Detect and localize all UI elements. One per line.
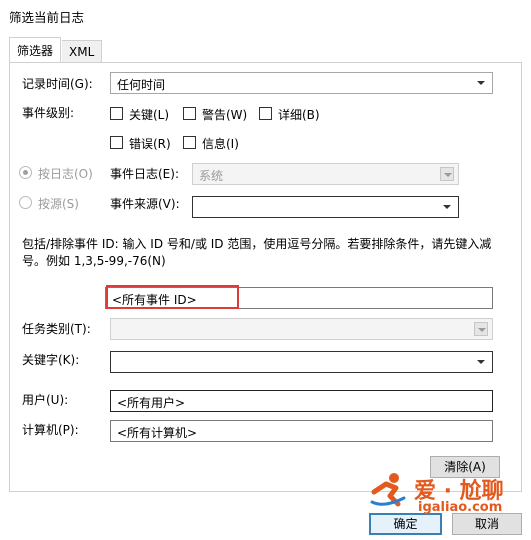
event-source-label: 事件来源(V):	[110, 197, 180, 211]
event-log-value: 系统	[199, 169, 224, 183]
computer-value: <所有计算机>	[117, 426, 198, 440]
checkbox-verbose-label: 详细(B)	[278, 108, 320, 122]
radio-by-log-label: 按日志(O)	[38, 167, 93, 181]
logged-value: 任何时间	[117, 78, 166, 92]
task-category-select[interactable]	[110, 318, 493, 340]
window-title: 筛选当前日志	[9, 10, 85, 25]
chevron-down-icon	[440, 167, 454, 181]
event-level-label: 事件级别:	[22, 106, 75, 120]
checkbox-critical[interactable]	[110, 107, 123, 120]
chevron-down-icon	[474, 322, 488, 336]
logged-label: 记录时间(G):	[22, 77, 93, 91]
checkbox-error-label: 错误(R)	[129, 137, 171, 151]
red-highlight-box	[106, 285, 239, 309]
event-source-select[interactable]	[192, 196, 459, 218]
tab-xml-label: XML	[69, 45, 95, 59]
user-value: <所有用户>	[117, 396, 186, 410]
radio-by-log[interactable]	[19, 166, 32, 179]
tab-xml[interactable]: XML	[62, 40, 103, 64]
event-log-label: 事件日志(E):	[110, 167, 179, 181]
chevron-down-icon	[474, 76, 488, 90]
chevron-down-icon	[440, 200, 454, 214]
task-category-label: 任务类别(T):	[22, 322, 91, 336]
computer-input[interactable]: <所有计算机>	[110, 420, 493, 442]
checkbox-verbose[interactable]	[259, 107, 272, 120]
tab-filter-label: 筛选器	[17, 44, 54, 58]
checkbox-error[interactable]	[110, 136, 123, 149]
tab-filter[interactable]: 筛选器	[9, 37, 62, 63]
radio-by-source-label: 按源(S)	[38, 197, 79, 211]
logged-select[interactable]: 任何时间	[110, 72, 493, 94]
radio-by-source[interactable]	[19, 196, 32, 209]
keywords-label: 关键字(K):	[22, 353, 80, 367]
title-bar: 筛选当前日志	[0, 0, 531, 30]
keywords-select[interactable]	[110, 351, 493, 373]
user-input[interactable]: <所有用户>	[110, 390, 493, 412]
event-id-description: 包括/排除事件 ID: 输入 ID 号和/或 ID 范围，使用逗号分隔。若要排除…	[22, 237, 492, 268]
cancel-button[interactable]: 取消	[452, 513, 522, 535]
event-log-select[interactable]: 系统	[192, 163, 459, 185]
chevron-down-icon	[474, 355, 488, 369]
ok-button[interactable]: 确定	[369, 513, 442, 535]
user-label: 用户(U):	[22, 393, 69, 407]
watermark-url: igaliao.com	[418, 500, 503, 515]
checkbox-warning-label: 警告(W)	[202, 108, 248, 122]
checkbox-warning[interactable]	[183, 107, 196, 120]
computer-label: 计算机(P):	[22, 423, 79, 437]
checkbox-information[interactable]	[183, 136, 196, 149]
checkbox-information-label: 信息(I)	[202, 137, 239, 151]
checkbox-critical-label: 关键(L)	[129, 108, 170, 122]
runner-logo-icon	[368, 470, 408, 510]
